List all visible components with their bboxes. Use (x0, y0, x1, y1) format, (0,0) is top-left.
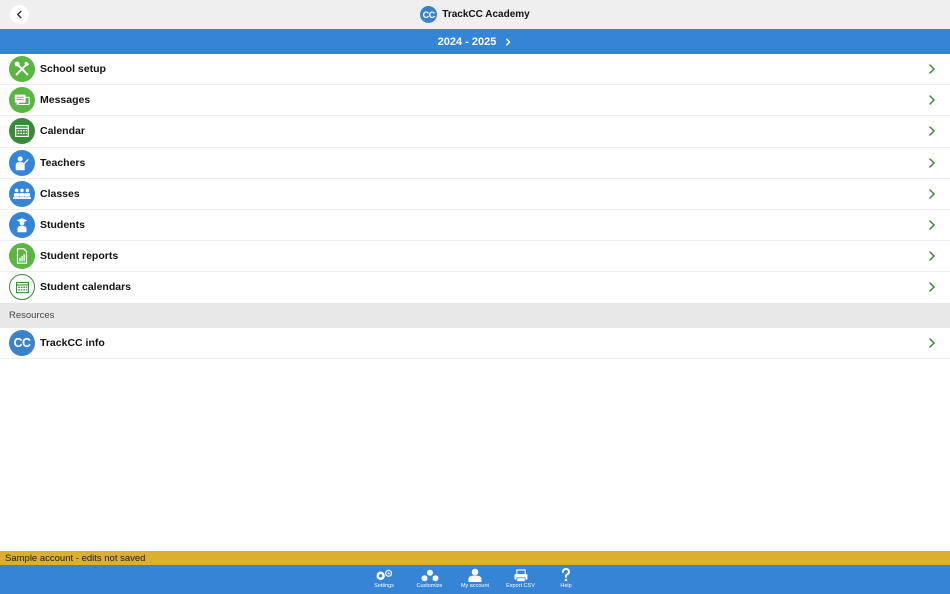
page-title: TrackCC Academy (442, 9, 530, 20)
tab-label: Help (560, 583, 572, 589)
menu-item-calendar[interactable]: Calendar (0, 116, 950, 148)
menu-item-classes[interactable]: Classes (0, 179, 950, 210)
chevron-right-icon (928, 338, 936, 348)
report-icon (9, 243, 35, 270)
tab-help[interactable]: Help (543, 565, 589, 594)
messages-icon (9, 87, 35, 114)
teacher-icon (9, 149, 35, 176)
menu-item-label: School setup (40, 63, 106, 76)
chevron-right-icon (928, 126, 936, 137)
menu-item-label: Calendar (40, 125, 85, 138)
menu-item-label: TrackCC info (40, 337, 105, 350)
help-icon (560, 568, 572, 582)
menu-item-label: Student calendars (40, 281, 132, 294)
main-menu-list: School setup Messages Calendar Teachers … (0, 54, 950, 304)
tab-customize[interactable]: Customize (407, 565, 453, 594)
student-icon (9, 212, 35, 239)
menu-item-label: Messages (40, 94, 91, 107)
menu-item-label: Teachers (40, 156, 86, 169)
menu-item-students[interactable]: Students (0, 210, 950, 242)
settings-icon (374, 568, 394, 582)
tab-export-csv[interactable]: Export CSV (498, 565, 544, 594)
chevron-right-icon (928, 64, 936, 74)
chevron-right-icon (928, 282, 936, 293)
sample-account-banner: Sample account - edits not saved (0, 551, 950, 565)
chevron-right-icon (928, 189, 936, 199)
tools-icon (9, 56, 35, 83)
chevron-left-icon (16, 10, 22, 19)
chevron-right-icon (928, 220, 936, 230)
year-label: 2024 - 2025 (437, 35, 497, 48)
chevron-right-icon (928, 95, 936, 106)
menu-item-teachers[interactable]: Teachers (0, 148, 950, 179)
menu-item-trackcc-info[interactable]: CC TrackCC info (0, 328, 950, 360)
menu-item-messages[interactable]: Messages (0, 85, 950, 117)
tab-label: Customize (416, 583, 443, 589)
chevron-right-icon (506, 37, 511, 46)
app-logo-icon: CC (420, 6, 438, 23)
menu-item-label: Student reports (40, 250, 119, 263)
tab-label: Export CSV (506, 583, 535, 589)
menu-item-student-reports[interactable]: Student reports (0, 241, 950, 273)
tab-label: Settings (374, 583, 394, 589)
calendar-outline-icon (9, 274, 35, 301)
top-bar: CC TrackCC Academy (0, 0, 950, 29)
chevron-right-icon (928, 251, 936, 261)
tab-label: My account (460, 583, 490, 589)
customize-icon (420, 568, 440, 582)
classes-icon (9, 180, 35, 207)
tab-settings[interactable]: Settings (361, 565, 407, 594)
trackcc-logo-icon: CC (9, 330, 35, 357)
menu-item-label: Classes (40, 187, 80, 200)
menu-item-label: Students (40, 219, 85, 232)
bottom-tab-bar: Settings Customize My account Export CSV… (0, 565, 950, 594)
account-icon (467, 568, 483, 582)
tab-my-account[interactable]: My account (452, 565, 498, 594)
back-button[interactable] (10, 5, 29, 24)
year-selector[interactable]: 2024 - 2025 (0, 29, 950, 54)
menu-item-school-setup[interactable]: School setup (0, 54, 950, 86)
calendar-icon (9, 118, 35, 145)
export-icon (513, 568, 529, 582)
chevron-right-icon (928, 157, 936, 168)
resources-list: CC TrackCC info (0, 328, 950, 360)
resources-section-header: Resources (0, 303, 950, 328)
header-title-group: CC TrackCC Academy (0, 0, 950, 29)
menu-item-student-calendars[interactable]: Student calendars (0, 272, 950, 304)
